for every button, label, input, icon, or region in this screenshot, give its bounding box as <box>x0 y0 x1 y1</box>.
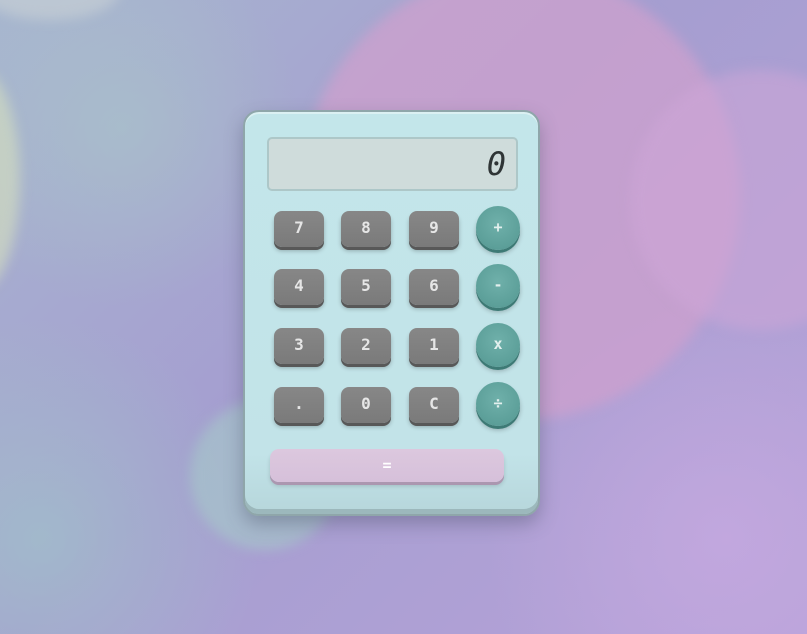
decimal-button[interactable]: . <box>274 387 324 423</box>
key-4[interactable]: 4 <box>274 269 324 305</box>
key-7[interactable]: 7 <box>274 211 324 247</box>
key-3[interactable]: 3 <box>274 328 324 364</box>
bokeh-light <box>0 0 120 20</box>
bokeh-light <box>0 70 20 290</box>
divide-button[interactable]: ÷ <box>476 382 520 426</box>
key-5[interactable]: 5 <box>341 269 391 305</box>
clear-button[interactable]: C <box>409 387 459 423</box>
key-2[interactable]: 2 <box>341 328 391 364</box>
calculator: 0 7 8 9 + 4 5 6 - 3 2 1 x . 0 C ÷ = <box>243 110 540 516</box>
key-1[interactable]: 1 <box>409 328 459 364</box>
subtract-button[interactable]: - <box>476 264 520 308</box>
add-button[interactable]: + <box>476 206 520 250</box>
multiply-button[interactable]: x <box>476 323 520 367</box>
key-0[interactable]: 0 <box>341 387 391 423</box>
calculator-display: 0 <box>267 137 518 191</box>
equals-button[interactable]: = <box>270 449 504 482</box>
key-8[interactable]: 8 <box>341 211 391 247</box>
key-6[interactable]: 6 <box>409 269 459 305</box>
key-9[interactable]: 9 <box>409 211 459 247</box>
